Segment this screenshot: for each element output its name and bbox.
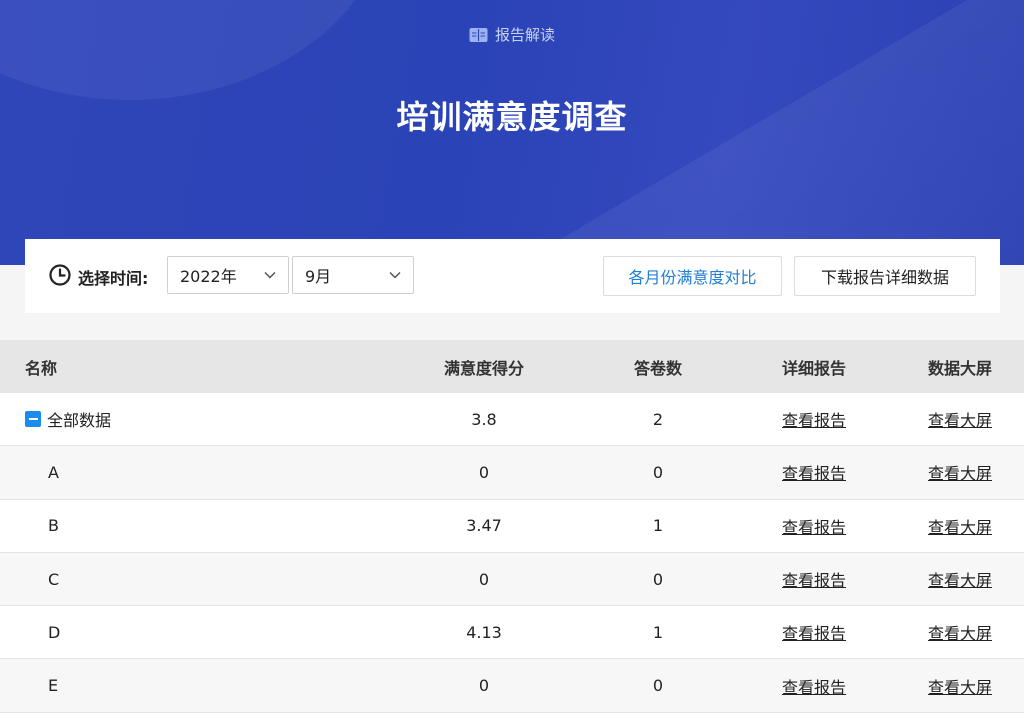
row-name: 全部数据 <box>47 411 112 431</box>
column-header-detail: 详细报告 <box>781 358 846 378</box>
view-report-link[interactable]: 查看报告 <box>782 571 846 590</box>
view-report-link[interactable]: 查看报告 <box>782 678 846 697</box>
view-report-link[interactable]: 查看报告 <box>782 518 846 537</box>
view-report-link[interactable]: 查看报告 <box>782 624 846 643</box>
row-name: B <box>48 516 59 536</box>
view-screen-link[interactable]: 查看大屏 <box>928 464 992 483</box>
row-count: 1 <box>652 516 664 536</box>
row-score: 0 <box>478 569 490 589</box>
view-report-link[interactable]: 查看报告 <box>782 464 846 483</box>
row-count: 0 <box>652 569 664 589</box>
view-screen-link[interactable]: 查看大屏 <box>928 624 992 643</box>
column-header-screen: 数据大屏 <box>927 358 992 378</box>
report-tag[interactable]: 报告解读 <box>0 24 1024 45</box>
row-count: 0 <box>652 676 664 696</box>
row-name: E <box>48 676 59 696</box>
row-name: A <box>48 462 59 482</box>
view-screen-link[interactable]: 查看大屏 <box>928 571 992 590</box>
column-header-name: 名称 <box>25 358 58 378</box>
clock-icon <box>49 264 71 286</box>
collapse-icon[interactable] <box>25 411 41 428</box>
view-screen-link[interactable]: 查看大屏 <box>928 678 992 697</box>
chevron-down-icon <box>264 271 276 279</box>
view-screen-link[interactable]: 查看大屏 <box>928 411 992 430</box>
table-row: A 0 0 查看报告 查看大屏 <box>0 446 1024 500</box>
year-select[interactable]: 2022年 <box>167 256 289 294</box>
page-title: 培训满意度调查 <box>396 98 628 136</box>
column-header-count: 答卷数 <box>633 358 682 378</box>
report-tag-label: 报告解读 <box>494 26 555 44</box>
row-count: 2 <box>652 409 664 429</box>
table-row: B 3.47 1 查看报告 查看大屏 <box>0 499 1024 553</box>
column-header-score: 满意度得分 <box>443 358 524 378</box>
row-name: C <box>48 569 60 589</box>
download-data-button[interactable]: 下载报告详细数据 <box>794 256 976 296</box>
month-select-value: 9月 <box>305 267 332 286</box>
row-score: 4.13 <box>466 622 502 642</box>
table-header: 名称 满意度得分 答卷数 详细报告 数据大屏 <box>0 340 1024 393</box>
row-count: 0 <box>652 462 664 482</box>
decorative-circle <box>0 0 390 100</box>
row-score: 0 <box>478 676 490 696</box>
results-table: 名称 满意度得分 答卷数 详细报告 数据大屏 全部数据 3.8 2 查看报告 查… <box>0 340 1024 713</box>
monthly-compare-button[interactable]: 各月份满意度对比 <box>603 256 782 296</box>
chevron-down-icon <box>389 271 401 279</box>
row-count: 1 <box>652 622 664 642</box>
row-score: 3.47 <box>466 516 502 536</box>
row-score: 0 <box>478 462 490 482</box>
header-banner: 报告解读 培训满意度调查 <box>0 0 1024 265</box>
row-score: 3.8 <box>471 409 497 429</box>
book-icon <box>469 27 488 42</box>
row-name: D <box>48 622 61 642</box>
table-row: 全部数据 3.8 2 查看报告 查看大屏 <box>0 393 1024 447</box>
view-screen-link[interactable]: 查看大屏 <box>928 518 992 537</box>
table-row: E 0 0 查看报告 查看大屏 <box>0 659 1024 713</box>
month-select[interactable]: 9月 <box>292 256 414 294</box>
table-row: C 0 0 查看报告 查看大屏 <box>0 552 1024 607</box>
time-label: 选择时间: <box>78 269 149 288</box>
view-report-link[interactable]: 查看报告 <box>782 411 846 430</box>
year-select-value: 2022年 <box>180 267 237 286</box>
filter-toolbar: 选择时间: 2022年 9月 各月份满意度对比 下载报告详细数据 <box>25 239 1000 313</box>
row-name-cell: 全部数据 <box>0 407 384 431</box>
table-row: D 4.13 1 查看报告 查看大屏 <box>0 606 1024 660</box>
